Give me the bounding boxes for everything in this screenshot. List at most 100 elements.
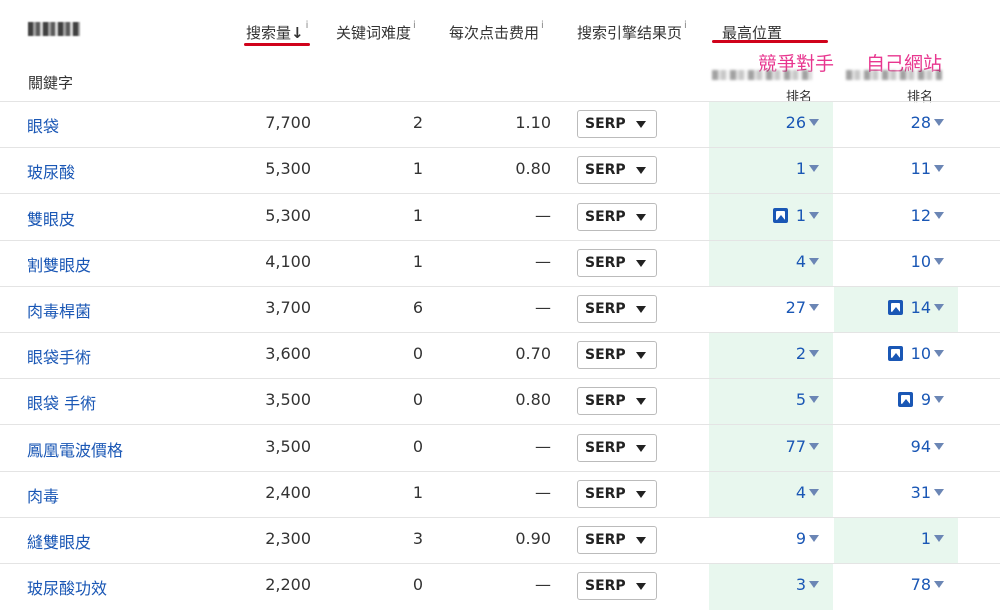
difficulty-value: 1 [412, 251, 423, 271]
competitor-rank[interactable]: 26 [786, 113, 819, 132]
caret-down-icon [636, 121, 646, 129]
keyword-link[interactable]: 眼袋手術 [27, 344, 91, 368]
volume-value: 4,100 [265, 251, 311, 271]
serp-dropdown-button[interactable]: SERP [577, 110, 657, 139]
caret-down-icon [636, 352, 646, 360]
keyword-link[interactable]: 眼袋 手術 [27, 390, 96, 414]
col-header-volume[interactable]: 搜索量↓ i [246, 20, 309, 43]
serp-dropdown-button[interactable]: SERP [577, 525, 657, 554]
serp-dropdown-button[interactable]: SERP [577, 294, 657, 323]
competitor-rank[interactable]: 3 [796, 575, 819, 594]
competitor-rank[interactable]: 1 [796, 159, 819, 178]
difficulty-value: 6 [412, 297, 423, 317]
rank-dropdown-icon [934, 211, 944, 219]
rank-value: 10 [910, 344, 931, 364]
row-divider [0, 101, 1000, 102]
keyword-link[interactable]: 玻尿酸 [27, 159, 75, 183]
rank-value: 26 [785, 113, 806, 133]
cpc-value: — [535, 436, 551, 456]
serp-dropdown-button[interactable]: SERP [577, 433, 657, 462]
col-header-serp-label: 搜索引擎结果页 [577, 24, 683, 42]
serp-button-label: SERP [585, 162, 626, 179]
rank-dropdown-icon [809, 165, 819, 173]
own-rank[interactable]: 14 [887, 298, 944, 317]
cpc-value: — [535, 205, 551, 225]
serp-dropdown-button[interactable]: SERP [577, 248, 657, 277]
serp-dropdown-button[interactable]: SERP [577, 156, 657, 185]
rank-value: 94 [910, 436, 931, 456]
competitor-rank[interactable]: 77 [786, 437, 819, 456]
rank-dropdown-icon [809, 442, 819, 450]
own-rank[interactable]: 28 [911, 113, 944, 132]
serp-dropdown-button[interactable]: SERP [577, 341, 657, 370]
serp-dropdown-button[interactable]: SERP [577, 202, 657, 231]
rank-dropdown-icon [934, 442, 944, 450]
cpc-value: — [535, 482, 551, 502]
competitor-rank[interactable]: 9 [796, 529, 819, 548]
rank-value: 5 [795, 390, 806, 410]
blurred-own-domain [846, 70, 942, 80]
rank-dropdown-icon [809, 211, 819, 219]
keyword-link[interactable]: 眼袋 [27, 113, 59, 137]
rank-value: 28 [910, 113, 931, 133]
col-header-cpc[interactable]: 每次点击费用 i [449, 20, 544, 43]
rank-value: 1 [920, 528, 931, 548]
row-divider [0, 285, 1000, 287]
volume-value: 5,300 [265, 159, 311, 179]
rank-value: 9 [920, 390, 931, 410]
keyword-link[interactable]: 肉毒 [27, 483, 59, 507]
rank-dropdown-icon [809, 581, 819, 589]
own-rank[interactable]: 9 [897, 390, 944, 410]
serp-dropdown-button[interactable]: SERP [577, 572, 657, 601]
col-header-serp[interactable]: 搜索引擎结果页 i [577, 20, 687, 43]
own-rank[interactable]: 94 [911, 437, 944, 456]
own-rank[interactable]: 10 [887, 344, 944, 364]
caret-down-icon [636, 490, 646, 498]
row-divider [0, 470, 1000, 472]
cpc-value: — [535, 251, 551, 271]
rank-dropdown-icon [934, 488, 944, 496]
own-rank[interactable]: 11 [911, 159, 944, 178]
keyword-link[interactable]: 雙眼皮 [27, 206, 75, 230]
best-position-underline [712, 40, 828, 43]
cpc-value: 0.80 [515, 159, 551, 179]
competitor-rank[interactable]: 5 [796, 390, 819, 409]
own-rank[interactable]: 78 [911, 575, 944, 594]
row-divider [0, 193, 1000, 195]
serp-button-label: SERP [585, 393, 626, 410]
rank-dropdown-icon [809, 488, 819, 496]
competitor-rank[interactable]: 1 [772, 206, 819, 225]
keyword-link[interactable]: 玻尿酸功效 [27, 575, 107, 599]
rank-dropdown-icon [934, 534, 944, 542]
competitor-rank[interactable]: 4 [796, 483, 819, 502]
competitor-rank[interactable]: 2 [796, 344, 819, 363]
serp-dropdown-button[interactable]: SERP [577, 387, 657, 416]
serp-dropdown-button[interactable]: SERP [577, 479, 657, 508]
keyword-link[interactable]: 肉毒桿菌 [27, 298, 91, 322]
row-divider [0, 378, 1000, 380]
row-divider [0, 147, 1000, 149]
info-icon[interactable]: i [413, 20, 416, 31]
difficulty-value: 1 [412, 159, 423, 179]
difficulty-value: 3 [412, 528, 423, 548]
row-divider [0, 332, 1000, 333]
col-header-volume-label: 搜索量 [246, 24, 292, 42]
rank-value: 31 [910, 482, 931, 502]
difficulty-value: 0 [412, 344, 423, 364]
own-rank[interactable]: 31 [911, 483, 944, 502]
own-rank[interactable]: 12 [911, 206, 944, 225]
keyword-link[interactable]: 割雙眼皮 [27, 252, 91, 276]
caret-down-icon [636, 536, 646, 544]
own-rank[interactable]: 10 [911, 252, 944, 271]
keyword-link[interactable]: 鳳凰電波價格 [27, 437, 123, 461]
info-icon[interactable]: i [684, 20, 687, 31]
keyword-link[interactable]: 縫雙眼皮 [27, 529, 91, 553]
info-icon[interactable]: i [541, 20, 544, 31]
rank-value: 12 [910, 205, 931, 225]
rank-dropdown-icon [934, 396, 944, 404]
competitor-rank[interactable]: 4 [796, 252, 819, 271]
competitor-rank[interactable]: 27 [786, 298, 819, 317]
own-rank[interactable]: 1 [921, 529, 944, 548]
info-icon[interactable]: i [306, 20, 309, 31]
col-header-difficulty[interactable]: 关键词难度 i [336, 20, 416, 43]
